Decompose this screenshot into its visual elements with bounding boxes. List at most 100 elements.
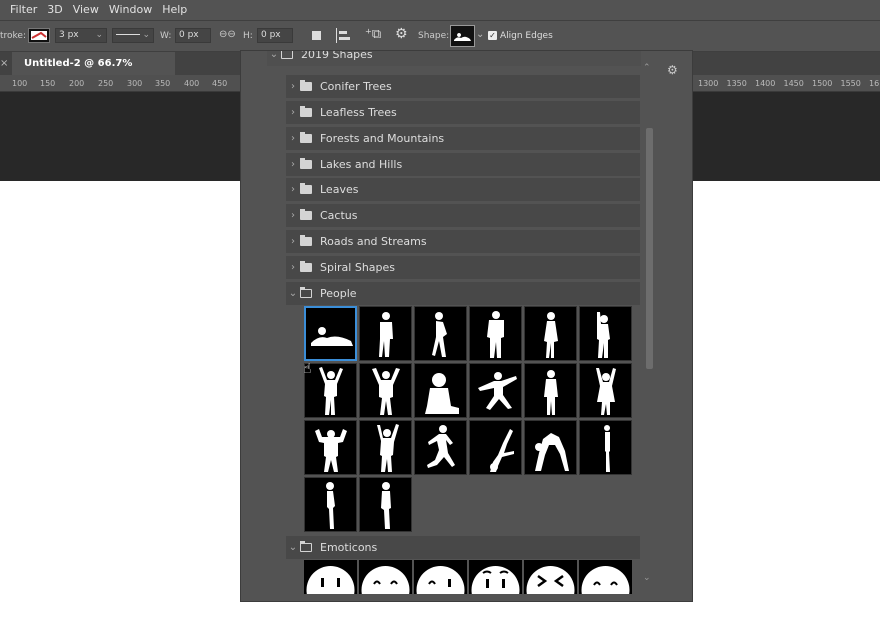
chevron-right-icon[interactable]: › [286, 262, 300, 273]
standing-man-pants-icon [487, 311, 504, 358]
link-icon[interactable]: ⊖⊖ [219, 29, 236, 40]
sitting-child-shape[interactable] [414, 363, 467, 418]
arms-up-man-shape[interactable] [359, 363, 412, 418]
menu-item-window[interactable]: Window [104, 0, 157, 20]
profile-man-shape[interactable] [359, 477, 412, 532]
group-2019-shapes[interactable]: ⌄ 2019 Shapes [267, 51, 641, 66]
group-spiral-shapes[interactable]: › Spiral Shapes [286, 255, 640, 279]
folder-open-icon [281, 51, 293, 59]
group-leafless-trees[interactable]: › Leafless Trees [286, 100, 640, 124]
chevron-right-icon[interactable]: › [286, 107, 300, 118]
stroke-width-field[interactable]: 3 px ⌄ [55, 28, 107, 43]
handstand-girl-shape[interactable] [469, 420, 522, 475]
chevron-down-icon[interactable]: ⌄ [476, 29, 484, 40]
chevron-down-icon[interactable]: ⌄ [286, 542, 300, 553]
flexing-man-shape[interactable] [304, 420, 357, 475]
path-operations-icon[interactable] [312, 31, 321, 40]
group-roads-and-streams[interactable]: › Roads and Streams [286, 230, 640, 254]
standing-woman-icon [544, 312, 558, 358]
ruler-tick-label: 1300 [698, 79, 719, 88]
smile-face-3-icon [581, 566, 630, 594]
raised-brow-face-shape[interactable] [469, 560, 522, 594]
group-cactus[interactable]: › Cactus [286, 204, 640, 228]
menu-item-help[interactable]: Help [157, 0, 192, 20]
folder-icon [300, 105, 312, 117]
group-lakes-and-hills[interactable]: › Lakes and Hills [286, 152, 640, 176]
group-label: 2019 Shapes [301, 51, 373, 61]
chevron-right-icon[interactable]: › [286, 236, 300, 247]
menu-bar: Filter 3D View Window Help [0, 0, 880, 20]
chevron-right-icon[interactable]: › [286, 81, 300, 92]
chevron-down-icon[interactable]: ⌄ [286, 288, 300, 299]
thin-standing-figure-icon [604, 425, 610, 472]
chevron-down-icon: ⌄ [142, 30, 150, 40]
standing-man-shape[interactable] [359, 306, 412, 361]
gear-icon[interactable]: ⚙ [395, 26, 408, 42]
path-alignment-icon[interactable] [336, 28, 350, 43]
raised-brow-face-icon [471, 566, 520, 594]
cheering-woman-shape[interactable] [579, 363, 632, 418]
chevron-down-icon[interactable]: ⌄ [267, 51, 281, 60]
squint-face-shape[interactable] [524, 560, 577, 594]
height-field[interactable]: 0 px [257, 28, 293, 43]
walking-woman-icon [432, 312, 447, 357]
standing-man-icon [379, 312, 393, 357]
folder-icon [300, 131, 312, 143]
neutral-face-shape[interactable] [304, 560, 357, 594]
menu-item-view[interactable]: View [68, 0, 104, 20]
shape-label: Shape: [418, 31, 450, 41]
arms-up-man-icon [372, 368, 400, 415]
group-label: Leaves [320, 183, 359, 197]
standing-man-pants-shape[interactable] [469, 306, 522, 361]
smile-face-shape[interactable] [359, 560, 412, 594]
chevron-right-icon[interactable]: › [286, 210, 300, 221]
chevron-right-icon[interactable]: › [286, 159, 300, 170]
smile-face-3-shape[interactable] [579, 560, 632, 594]
standing-boy-shape[interactable] [524, 363, 577, 418]
align-edges-checkbox[interactable]: ✓ [488, 31, 497, 40]
thin-standing-figure-shape[interactable] [579, 420, 632, 475]
dancing-woman-shape[interactable] [414, 420, 467, 475]
standing-woman-shape[interactable] [524, 306, 577, 361]
group-conifer-trees[interactable]: › Conifer Trees [286, 75, 640, 98]
waving-man-shape[interactable] [579, 306, 632, 361]
tab-untitled-2[interactable]: Untitled-2 @ 66.7% (RGB/8#) × [12, 52, 175, 92]
stroke-swatch[interactable] [28, 28, 50, 43]
group-leaves[interactable]: › Leaves [286, 178, 640, 202]
group-emoticons[interactable]: ⌄ Emoticons [286, 536, 640, 559]
menu-item-3d[interactable]: 3D [42, 0, 67, 20]
path-arrangement-icon[interactable]: ⁺⧉ [365, 27, 381, 44]
profile-woman-shape[interactable] [304, 477, 357, 532]
shape-picker[interactable] [450, 25, 475, 47]
options-bar: troke: 3 px ⌄ ⌄ W: 0 px ⊖⊖ H: 0 px ⁺⧉ ⚙ S… [0, 20, 880, 52]
group-people[interactable]: ⌄ People [286, 281, 640, 305]
ruler-tick-label: 250 [98, 79, 114, 88]
chevron-right-icon[interactable]: › [286, 133, 300, 144]
scroll-up-icon[interactable]: ⌃ [643, 63, 651, 73]
stroke-width-value: 3 px [59, 30, 79, 40]
width-field[interactable]: 0 px [175, 28, 211, 43]
stretching-man-shape[interactable] [359, 420, 412, 475]
menu-item-filter[interactable]: Filter [0, 0, 42, 20]
leaping-woman-shape[interactable] [469, 363, 522, 418]
folder-open-icon [300, 541, 312, 552]
shape-picker-panel: ⌄ 2019 Shapes › Conifer Trees › Leafless Tree… [240, 50, 693, 602]
panel-settings-icon[interactable]: ⚙ [667, 63, 678, 77]
walking-woman-shape[interactable] [414, 306, 467, 361]
ruler-tick-label: 1400 [755, 79, 776, 88]
group-forests-and-mountains[interactable]: › Forests and Mountains [286, 126, 640, 150]
leaping-woman-icon [478, 372, 517, 410]
reclining-person-shape[interactable] [304, 306, 357, 361]
height-label: H: [243, 31, 253, 41]
ruler-tick-label: 1550 [840, 79, 861, 88]
scroll-down-icon[interactable]: ⌄ [643, 573, 651, 583]
group-label: Forests and Mountains [320, 131, 445, 145]
shape-list[interactable]: ⌄ 2019 Shapes › Conifer Trees › Leafless Tree… [267, 51, 641, 594]
backbend-girl-shape[interactable] [524, 420, 577, 475]
close-icon[interactable]: × [0, 52, 8, 75]
scrollbar-thumb[interactable] [646, 128, 653, 369]
ruler-tick-label: 16 [869, 79, 880, 88]
stroke-type-dropdown[interactable]: ⌄ [112, 28, 154, 43]
smile-face-2-shape[interactable] [414, 560, 467, 594]
chevron-right-icon[interactable]: › [286, 184, 300, 195]
